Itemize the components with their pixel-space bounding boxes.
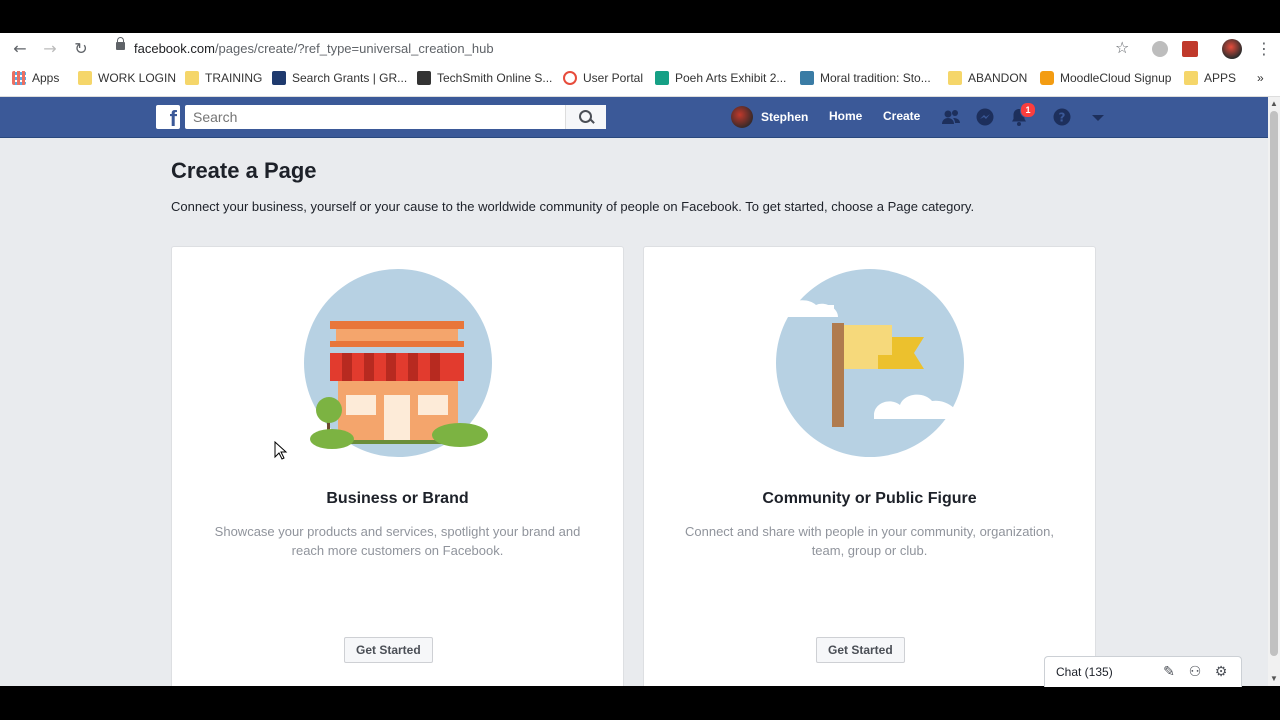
page-subtitle: Connect your business, yourself or your … — [171, 199, 975, 214]
bookmark-work-login[interactable]: WORK LOGIN — [78, 69, 176, 87]
card-title: Community or Public Figure — [762, 490, 977, 507]
reload-icon[interactable]: ↻ — [71, 39, 91, 59]
chat-label: Chat (135) — [1056, 665, 1113, 679]
profile-avatar-icon[interactable] — [1222, 39, 1242, 59]
flag-icon — [774, 269, 964, 457]
bookmark-label: Poeh Arts Exhibit 2... — [675, 71, 787, 85]
bookmark-moral-tradition[interactable]: Moral tradition: Sto... — [800, 69, 931, 87]
bookmark-label: Apps — [32, 71, 60, 85]
lock-icon — [116, 37, 125, 50]
bookmark-label: Moral tradition: Sto... — [820, 71, 931, 85]
friend-requests-icon[interactable] — [941, 107, 961, 127]
bookmark-label: User Portal — [583, 71, 644, 85]
portal-icon — [563, 71, 577, 85]
mouse-cursor-icon — [274, 441, 288, 460]
address-bar[interactable]: facebook.com/pages/create/?ref_type=univ… — [104, 36, 1144, 62]
card-description: Showcase your products and services, spo… — [214, 524, 581, 558]
moodle-icon — [1040, 71, 1054, 85]
apps-grid-icon — [12, 71, 26, 85]
extension-icon[interactable] — [1152, 41, 1168, 57]
browser-chrome: ← → ↻ facebook.com/pages/create/?ref_typ… — [0, 33, 1280, 97]
search-button[interactable] — [565, 105, 606, 129]
get-started-community-button[interactable]: Get Started — [816, 637, 905, 663]
url-text: facebook.com/pages/create/?ref_type=univ… — [134, 41, 494, 56]
user-name: Stephen — [761, 110, 809, 124]
scroll-up-arrow-icon[interactable]: ▲ — [1270, 99, 1278, 108]
url-path: /pages/create/?ref_type=universal_creati… — [214, 41, 494, 56]
card-description: Connect and share with people in your co… — [684, 524, 1055, 558]
sfnm-icon — [800, 71, 814, 85]
bookmark-label: APPS — [1204, 71, 1237, 85]
scrollbar-thumb[interactable] — [1270, 111, 1278, 656]
create-page-content: Create a Page Connect your business, you… — [0, 138, 1268, 686]
page-title: Create a Page — [171, 158, 317, 183]
bookmark-abandon[interactable]: ABANDON — [948, 69, 1027, 87]
back-arrow-icon[interactable]: ← — [10, 39, 30, 59]
bookmark-label: WORK LOGIN — [98, 71, 177, 85]
help-icon[interactable]: ? — [1052, 107, 1072, 127]
home-link[interactable]: Home — [829, 109, 862, 123]
scroll-down-arrow-icon[interactable]: ▼ — [1270, 674, 1278, 683]
techsmith-icon — [417, 71, 431, 85]
window-top-bar — [0, 0, 1280, 33]
bookmark-poeh-arts[interactable]: Poeh Arts Exhibit 2... — [655, 69, 786, 87]
messenger-icon[interactable] — [975, 107, 995, 127]
pdf-extension-icon[interactable] — [1182, 41, 1198, 57]
search-icon-handle — [589, 118, 595, 124]
get-started-business-button[interactable]: Get Started — [344, 637, 433, 663]
chat-settings-gear-icon[interactable]: ⚙ — [1213, 664, 1229, 680]
folder-icon — [78, 71, 92, 85]
storefront-icon — [304, 269, 492, 457]
bookmark-label: TechSmith Online S... — [437, 71, 553, 85]
folder-icon — [185, 71, 199, 85]
browser-nav-row: ← → ↻ facebook.com/pages/create/?ref_typ… — [0, 33, 1280, 63]
card-title: Business or Brand — [326, 490, 469, 507]
bookmark-apps-folder[interactable]: APPS — [1184, 69, 1236, 87]
bookmark-techsmith[interactable]: TechSmith Online S... — [417, 69, 552, 87]
menu-kebab-icon[interactable]: ⋮ — [1254, 39, 1274, 59]
chat-bar[interactable]: Chat (135) ✎ ⚇ ⚙ — [1044, 656, 1242, 687]
folder-icon — [948, 71, 962, 85]
bookmark-apps[interactable]: Apps — [12, 69, 59, 87]
account-dropdown-icon[interactable] — [1088, 107, 1108, 127]
folder-icon — [1184, 71, 1198, 85]
bookmark-star-icon[interactable]: ☆ — [1115, 38, 1129, 57]
facebook-search — [185, 105, 606, 129]
notification-badge: 1 — [1020, 102, 1036, 118]
bookmark-training[interactable]: TRAINING — [185, 69, 262, 87]
business-brand-card[interactable]: Business or Brand Showcase your products… — [171, 246, 624, 686]
forward-arrow-icon[interactable]: → — [40, 39, 60, 59]
bookmark-label: TRAINING — [205, 71, 263, 85]
bookmark-label: MoodleCloud Signup — [1060, 71, 1172, 85]
bookmark-label: Search Grants | GR... — [292, 71, 408, 85]
grants-icon — [272, 71, 286, 85]
bookmark-user-portal[interactable]: User Portal — [563, 69, 643, 87]
bookmark-search-grants[interactable]: Search Grants | GR... — [272, 69, 407, 87]
overflow-chevron: » — [1257, 71, 1264, 85]
bookmarks-bar: Apps WORK LOGIN TRAINING Search Grants |… — [0, 64, 1280, 92]
avatar — [731, 106, 753, 128]
bookmark-moodlecloud[interactable]: MoodleCloud Signup — [1040, 69, 1171, 87]
community-public-figure-card[interactable]: Community or Public Figure Connect and s… — [643, 246, 1096, 686]
create-link[interactable]: Create — [883, 109, 920, 123]
facebook-logo-icon[interactable]: f — [156, 105, 180, 129]
bookmarks-overflow-icon[interactable]: » — [1257, 69, 1264, 87]
search-input[interactable] — [185, 105, 581, 129]
create-group-icon[interactable]: ⚇ — [1187, 664, 1203, 680]
bookmark-label: ABANDON — [968, 71, 1028, 85]
facebook-header: f Stephen Home Create 1 ? — [0, 97, 1268, 138]
svg-text:?: ? — [1059, 111, 1066, 125]
profile-link[interactable]: Stephen — [731, 106, 808, 128]
url-host: facebook.com — [134, 41, 215, 56]
new-message-icon[interactable]: ✎ — [1161, 664, 1177, 680]
page-scrollbar[interactable]: ▲ ▼ — [1268, 97, 1280, 686]
sheet-icon — [655, 71, 669, 85]
